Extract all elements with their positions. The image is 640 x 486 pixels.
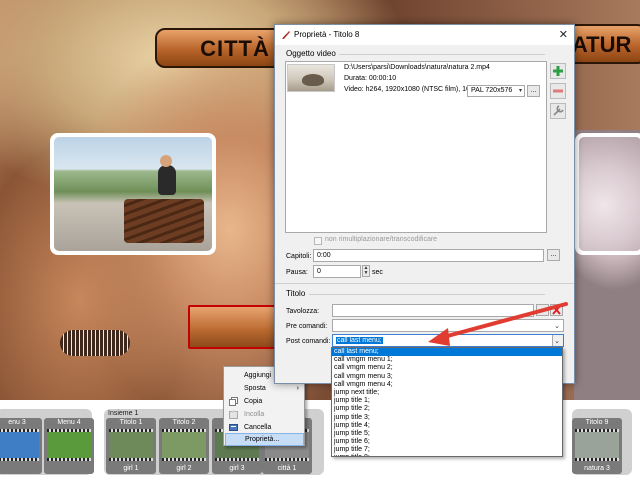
post-commands-value: call last menu; [336, 337, 383, 344]
person-shape [158, 165, 176, 195]
thumb-title: Titolo 1 [119, 419, 143, 426]
ctx-item-label: Proprietà... [245, 436, 280, 443]
dropdown-option[interactable]: jump title 8; [332, 454, 562, 456]
palette-label: Tavolozza: [286, 308, 320, 315]
video-browse-button[interactable]: ... [527, 85, 540, 97]
thumb-caption: città 1 [277, 465, 297, 472]
film-frame [47, 429, 91, 461]
no-transcode-checkbox[interactable] [314, 237, 322, 245]
film-frame [162, 429, 206, 461]
divider [339, 54, 545, 55]
thumb-image [162, 432, 206, 458]
video-list[interactable]: D:\Users\parsi\Downloads\natura\natura 2… [285, 61, 547, 233]
pause-stepper[interactable]: ▲ ▼ [362, 265, 370, 277]
filmstrip-thumb[interactable]: Menu 4 [44, 418, 94, 474]
divider [275, 283, 574, 284]
ctx-item-proprieta[interactable]: Proprietà... [225, 433, 304, 446]
divider [309, 294, 545, 295]
post-commands-dropdown: call last menu; call vmgm menu 1; call vmg… [331, 347, 563, 457]
thumb-caption: girl 3 [229, 465, 245, 472]
dialog-titlebar[interactable]: Proprietà - Titolo 8 ✕ [275, 25, 574, 45]
menu-title-left-label: CITTÀ [200, 36, 270, 61]
menu-photo-frame[interactable] [50, 133, 216, 255]
pause-label: Pausa: [286, 269, 308, 276]
thumb-image [47, 432, 91, 458]
paste-icon [229, 410, 238, 419]
filmstrip-thumb[interactable]: Titolo 1 girl 1 [106, 418, 156, 474]
dropdown-option[interactable]: jump title 4; [332, 422, 562, 430]
delete-icon [229, 424, 238, 431]
post-commands-label: Post comandi: [286, 338, 331, 345]
pause-input[interactable]: 0 [313, 265, 361, 278]
dropdown-option[interactable]: jump title 5; [332, 430, 562, 438]
thumb-image [575, 432, 619, 458]
chapters-browse-button[interactable]: ... [547, 249, 560, 261]
dropdown-option[interactable]: jump title 7; [332, 446, 562, 454]
copy-icon [229, 397, 238, 406]
ctx-item-label: Sposta [244, 385, 266, 392]
add-icon[interactable] [550, 63, 566, 79]
spin-down-icon: ▼ [363, 270, 369, 276]
dropdown-option[interactable]: jump title 2; [332, 405, 562, 413]
thumb-title: Titolo 9 [585, 419, 609, 426]
chapters-input[interactable]: 0:00 [313, 249, 544, 262]
video-thumbnail[interactable] [287, 64, 335, 92]
title-section-label: Titolo [286, 289, 306, 298]
cat-shape [302, 74, 324, 86]
close-icon[interactable]: ✕ [559, 28, 568, 41]
dropdown-option[interactable]: jump title 1; [332, 397, 562, 405]
dropdown-option[interactable]: call vmgm menu 4; [332, 381, 562, 389]
chevron-down-icon: ▾ [518, 88, 522, 94]
wrench-icon[interactable] [550, 103, 566, 119]
menu-photo-frame-right[interactable] [575, 133, 640, 255]
filmstrip-thumb[interactable]: Titolo 9 natura 3 [572, 418, 622, 474]
selected-menu-button[interactable] [188, 305, 280, 349]
pause-unit: sec [372, 269, 383, 276]
video-info: Video: h264, 1920x1080 (NTSC film), 16:9 [344, 86, 476, 93]
insieme-label: Insieme 1 [108, 410, 139, 417]
video-section-label: Oggetto video [286, 49, 336, 58]
dropdown-option[interactable]: jump title 3; [332, 414, 562, 422]
filmstrip-thumb[interactable]: enu 3 [0, 418, 42, 474]
dialog-title: Proprietà - Titolo 8 [294, 30, 360, 39]
thumb-title: enu 3 [8, 419, 26, 426]
chapters-label: Capitoli: [286, 253, 312, 260]
flower-photo [579, 137, 640, 251]
bench-shape [124, 199, 204, 243]
video-format-value: PAL 720x576 [471, 87, 513, 94]
ctx-item-label: Aggiungi [244, 372, 272, 379]
thumb-title: Titolo 2 [172, 419, 196, 426]
video-duration: Durata: 00:00:10 [344, 75, 397, 82]
thumb-title: Menu 4 [57, 419, 81, 426]
film-frame [0, 429, 39, 461]
no-transcode-label: non rimultiplazionare/transcodificare [325, 236, 438, 243]
dropdown-option[interactable]: call vmgm menu 1; [332, 356, 562, 364]
thumb-image [109, 432, 153, 458]
person-head-shape [160, 155, 172, 167]
app-feather-icon [282, 31, 290, 39]
video-path: D:\Users\parsi\Downloads\natura\natura 2… [344, 64, 490, 71]
filmstrip-thumb[interactable]: Titolo 2 girl 2 [159, 418, 209, 474]
park-photo [54, 137, 212, 251]
thumb-caption: natura 3 [584, 465, 610, 472]
film-frame [575, 429, 619, 461]
dropdown-option[interactable]: jump next title; [332, 389, 562, 397]
ctx-item-label: Cancella [244, 424, 272, 431]
bracelet-decoration [60, 330, 130, 356]
video-format-select[interactable]: PAL 720x576 ▾ [467, 85, 525, 97]
film-frame [109, 429, 153, 461]
thumb-caption: girl 2 [176, 465, 192, 472]
thumb-caption: girl 1 [123, 465, 139, 472]
thumb-image [0, 432, 39, 458]
remove-icon[interactable] [550, 83, 566, 99]
dropdown-option[interactable]: jump title 6; [332, 438, 562, 446]
pre-commands-label: Pre comandi: [286, 323, 328, 330]
ctx-item-label: Copia [244, 398, 263, 405]
dropdown-option[interactable]: call vmgm menu 2; [332, 364, 562, 372]
ctx-item-copia[interactable]: Copia [225, 395, 304, 408]
ctx-item-incolla[interactable]: Incolla [225, 408, 304, 421]
dropdown-option[interactable]: call vmgm menu 3; [332, 373, 562, 381]
red-arrow-annotation [428, 302, 568, 346]
ctx-item-label: Incolla [244, 411, 265, 418]
